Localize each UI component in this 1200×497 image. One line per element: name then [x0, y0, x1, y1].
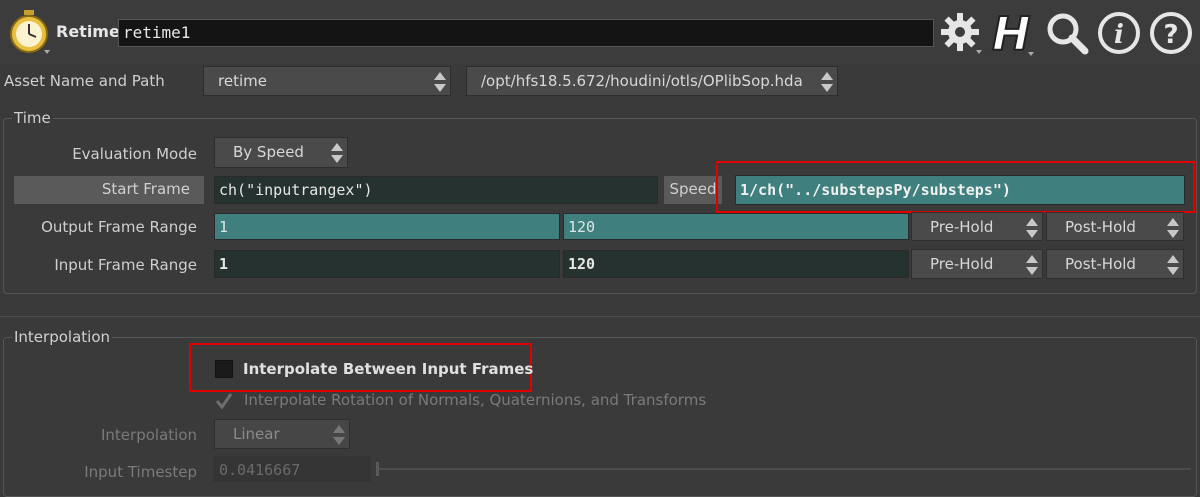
input-timestep-slider[interactable] [376, 468, 1191, 470]
asset-name-value: retime [218, 72, 267, 90]
dropdown-arrows-icon [1167, 217, 1179, 239]
info-icon[interactable]: i [1096, 10, 1142, 56]
houdini-h-icon[interactable]: H [988, 6, 1038, 60]
dropdown-arrows-icon [1026, 217, 1038, 239]
input-range-start-input[interactable]: 1 [214, 250, 560, 278]
input-pre-hold-dropdown[interactable]: Pre-Hold [911, 249, 1043, 279]
interpolate-between-checkbox[interactable] [215, 360, 233, 378]
input-post-hold-value: Post-Hold [1065, 255, 1136, 273]
interpolation-dropdown[interactable]: Linear [214, 419, 350, 449]
speed-label-button[interactable]: Speed [664, 176, 722, 204]
checkmark-icon[interactable] [214, 391, 234, 411]
dropdown-arrows-icon [1167, 254, 1179, 276]
output-post-hold-value: Post-Hold [1065, 218, 1136, 236]
svg-text:H: H [992, 7, 1031, 60]
slider-handle[interactable] [376, 462, 379, 476]
svg-text:?: ? [1163, 20, 1178, 50]
start-frame-label-button[interactable]: Start Frame [14, 176, 204, 204]
input-timestep-label: Input Timestep [84, 463, 197, 481]
interpolation-label: Interpolation [101, 426, 197, 444]
interpolate-between-label: Interpolate Between Input Frames [243, 360, 534, 378]
time-group-title: Time [12, 109, 53, 127]
help-icon[interactable]: ? [1148, 10, 1194, 56]
svg-text:i: i [1114, 20, 1124, 50]
node-type-label: Retime [56, 22, 120, 41]
speed-highlight-box [716, 161, 1195, 213]
output-pre-hold-value: Pre-Hold [930, 218, 994, 236]
interpolate-rotation-label: Interpolate Rotation of Normals, Quatern… [244, 391, 707, 409]
output-range-start-input[interactable]: 1 [214, 213, 560, 240]
input-frame-range-label: Input Frame Range [54, 256, 197, 274]
asset-name-dropdown[interactable]: retime [203, 66, 451, 96]
input-range-end-input[interactable]: 120 [563, 250, 909, 278]
interpolation-value: Linear [233, 425, 280, 443]
input-timestep-input[interactable]: 0.0416667 [214, 456, 370, 482]
asset-path-dropdown[interactable]: /opt/hfs18.5.672/houdini/otls/OPlibSop.h… [466, 66, 838, 96]
output-post-hold-dropdown[interactable]: Post-Hold [1046, 212, 1184, 241]
start-frame-input[interactable]: ch("inputrangex") [214, 176, 658, 204]
gear-icon[interactable] [938, 10, 984, 56]
dropdown-arrows-icon [331, 142, 343, 164]
section-divider [0, 316, 1200, 317]
node-name-input[interactable]: retime1 [118, 19, 934, 47]
output-range-end-input[interactable]: 120 [563, 213, 909, 240]
evaluation-mode-label: Evaluation Mode [72, 145, 197, 163]
output-frame-range-label: Output Frame Range [41, 218, 197, 236]
asset-path-value: /opt/hfs18.5.672/houdini/otls/OPlibSop.h… [481, 72, 803, 90]
search-icon[interactable] [1044, 10, 1090, 56]
evaluation-mode-dropdown[interactable]: By Speed [214, 137, 348, 168]
interpolation-group-title: Interpolation [12, 328, 112, 346]
input-pre-hold-value: Pre-Hold [930, 255, 994, 273]
stopwatch-icon[interactable] [6, 8, 52, 56]
evaluation-mode-value: By Speed [233, 143, 304, 161]
input-post-hold-dropdown[interactable]: Post-Hold [1046, 249, 1184, 279]
dropdown-arrows-icon [333, 424, 345, 446]
dropdown-arrows-icon [1026, 254, 1038, 276]
output-pre-hold-dropdown[interactable]: Pre-Hold [911, 212, 1043, 241]
dropdown-arrows-icon [434, 71, 446, 93]
asset-name-label: Asset Name and Path [4, 72, 165, 90]
dropdown-arrows-icon [821, 71, 833, 93]
